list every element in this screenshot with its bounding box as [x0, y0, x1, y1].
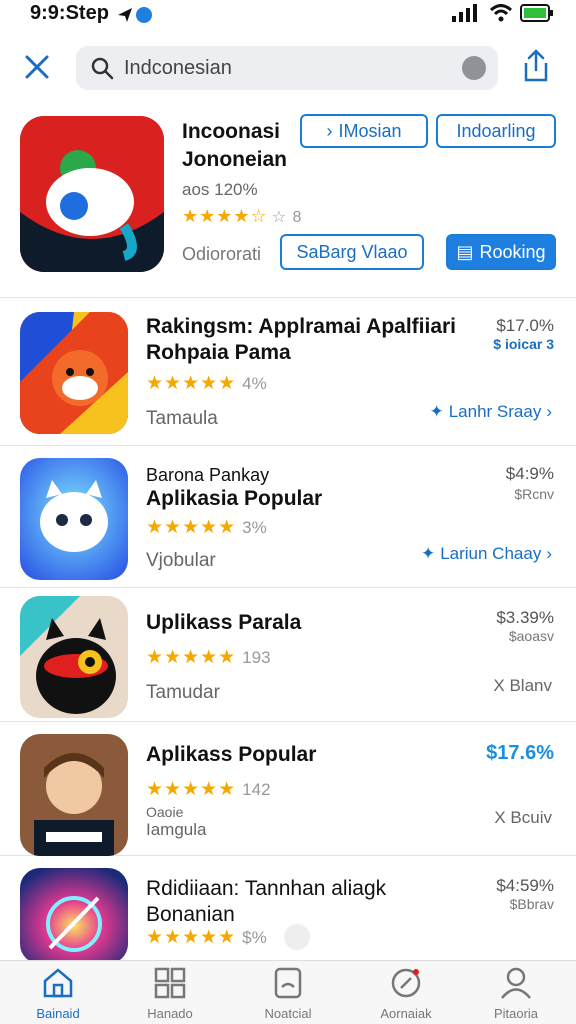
app-rating-count: 193 — [242, 648, 271, 667]
spark-icon: ✦ — [429, 402, 444, 421]
primary-action-label: Rooking — [479, 241, 546, 262]
search-icon — [91, 57, 114, 80]
app-title: Rdidiiaan: Tannhan aliagk Bonanian — [146, 877, 387, 926]
featured-app-title: Incoonasi Jononeian — [182, 120, 288, 171]
app-rating-count: $% — [242, 928, 267, 947]
app-title: Rakingsm: Applramai Apalfiiari Rohpaia P… — [146, 315, 457, 364]
search-input[interactable]: Indconesian — [76, 46, 498, 90]
list-item[interactable]: Rdidiiaan: Tannhan aliagk Bonanian ★★★★★… — [0, 856, 576, 964]
app-price: $17.0% — [496, 316, 554, 335]
app-subtitle-small: Oaoie — [146, 804, 184, 820]
chevron-right-icon: › — [326, 120, 333, 141]
app-rating: ★★★★★ 193 — [146, 647, 271, 668]
search-row: Indconesian — [0, 42, 576, 94]
person-icon — [501, 967, 531, 999]
chip-indoarling[interactable]: Indoarling — [436, 114, 556, 148]
app-rating: ★★★★★ 3% — [146, 517, 267, 538]
tab-notifications[interactable]: Noatcial — [238, 967, 338, 1021]
search-query: Indconesian — [124, 57, 232, 79]
app-action-button[interactable]: ✦ Lanhr Sraay › — [429, 402, 552, 422]
chip-indoarling-label: Indoarling — [456, 120, 536, 141]
app-price-note: $Rcnv — [514, 486, 554, 502]
app-price: $4:59% — [496, 876, 554, 895]
ninja-app-icon — [20, 596, 128, 718]
outline-action-button[interactable]: SaBarg Vlaao — [280, 234, 424, 270]
tab-apps-label: Hanado — [147, 1006, 193, 1021]
bag-icon — [284, 924, 310, 950]
app-price: $4:9% — [505, 464, 554, 483]
avatar-app-icon — [20, 734, 128, 856]
app-title: Aplikasia Popular — [146, 487, 323, 510]
app-price-note: $Bbrav — [509, 896, 554, 912]
app-subtitle: Iamgula — [146, 820, 207, 839]
app-rating: ★★★★★ $% — [146, 927, 267, 948]
tab-apps[interactable]: Hanado — [120, 967, 220, 1021]
app-rating: ★★★★★ 4% — [146, 373, 267, 394]
app-title-small: Barona Pankay — [146, 465, 270, 485]
cellular-icon — [452, 4, 477, 22]
tab-notifications-label: Noatcial — [264, 1006, 312, 1021]
app-action-button[interactable]: ✦ Lariun Chaay › — [421, 544, 552, 564]
compass-icon — [391, 968, 421, 998]
app-price-note: $ ioicar 3 — [493, 336, 554, 352]
primary-action-button[interactable]: ▤ Rooking — [446, 234, 556, 270]
featured-app-developer: Odiororati — [182, 244, 262, 264]
app-subtitle: Vjobular — [146, 550, 216, 571]
tab-profile-label: Pitaoria — [493, 1006, 539, 1021]
tab-profile[interactable]: Pitaoria — [466, 967, 566, 1021]
cat-app-icon — [20, 458, 128, 580]
tab-explore[interactable]: Aornaiak — [356, 967, 456, 1021]
grid-icon — [154, 967, 186, 999]
app-title: Uplikass Parala — [146, 611, 302, 634]
close-icon[interactable] — [22, 52, 52, 82]
app-rating: ★★★★★ 142 — [146, 779, 271, 800]
app-subtitle: Tamaula — [146, 408, 218, 429]
list-item[interactable]: Rakingsm: Applramai Apalfiiari Rohpaia P… — [0, 300, 576, 446]
app-action-label: X Blanv — [493, 676, 552, 695]
card-icon — [274, 967, 302, 999]
app-action-button[interactable]: X Blanv — [493, 676, 552, 696]
app-action-label: Lariun Chaay — [440, 544, 542, 563]
location-icon — [118, 7, 152, 23]
app-rating-count: 142 — [242, 780, 271, 799]
chip-imosian[interactable]: › IMosian — [300, 114, 428, 148]
cosmic-app-icon — [20, 868, 128, 964]
fox-app-icon — [20, 312, 128, 434]
featured-app-rating-suffix: ☆ 8 — [271, 209, 303, 226]
tab-home-label: Bainaid — [36, 1006, 80, 1021]
featured-app[interactable]: Incoonasi Jononeian › IMosian Indoarling… — [0, 112, 576, 298]
featured-app-subtitle: aos 120% — [182, 180, 258, 199]
home-icon — [43, 968, 73, 998]
chevron-right-icon: › — [546, 544, 552, 563]
spark-icon: ✦ — [420, 544, 436, 563]
app-action-button[interactable]: X Bcuiv — [494, 808, 552, 828]
tab-bar: Bainaid Hanado Noatcial Aornaiak Pitaori… — [0, 960, 576, 1024]
chip-imosian-label: IMosian — [338, 120, 402, 141]
app-rating-count: 4% — [242, 374, 267, 393]
list-item[interactable]: Barona Pankay Aplikasia Popular ★★★★★ 3% … — [0, 446, 576, 588]
app-action-label: Lanhr Sraay — [448, 402, 542, 421]
book-icon: ▤ — [456, 241, 474, 262]
status-bar: 9:9:Step — [0, 0, 576, 30]
featured-app-icon — [20, 116, 164, 272]
share-icon[interactable] — [520, 48, 552, 84]
battery-icon — [520, 4, 553, 22]
app-title: Aplikass Popular — [146, 743, 317, 766]
tab-explore-label: Aornaiak — [380, 1006, 432, 1021]
app-action-label: X Bcuiv — [494, 808, 552, 827]
outline-action-label: SaBarg Vlaao — [296, 241, 408, 262]
wifi-icon — [490, 4, 512, 22]
chevron-right-icon: › — [546, 402, 552, 421]
app-price-note: $aoasv — [508, 628, 554, 644]
status-time: 9:9:Step — [30, 2, 109, 24]
featured-app-rating: ★★★★☆ ☆ 8 — [182, 206, 303, 226]
list-item[interactable]: Aplikass Popular ★★★★★ 142 Oaoie Iamgula … — [0, 722, 576, 856]
tab-home[interactable]: Bainaid — [8, 967, 108, 1021]
app-price: $3.39% — [496, 608, 554, 627]
clear-search-icon[interactable] — [462, 56, 486, 80]
list-item[interactable]: Uplikass Parala ★★★★★ 193 Tamudar $3.39% … — [0, 588, 576, 722]
app-subtitle: Tamudar — [146, 682, 220, 703]
app-rating-count: 3% — [242, 518, 267, 537]
app-price: $17.6% — [486, 742, 554, 764]
